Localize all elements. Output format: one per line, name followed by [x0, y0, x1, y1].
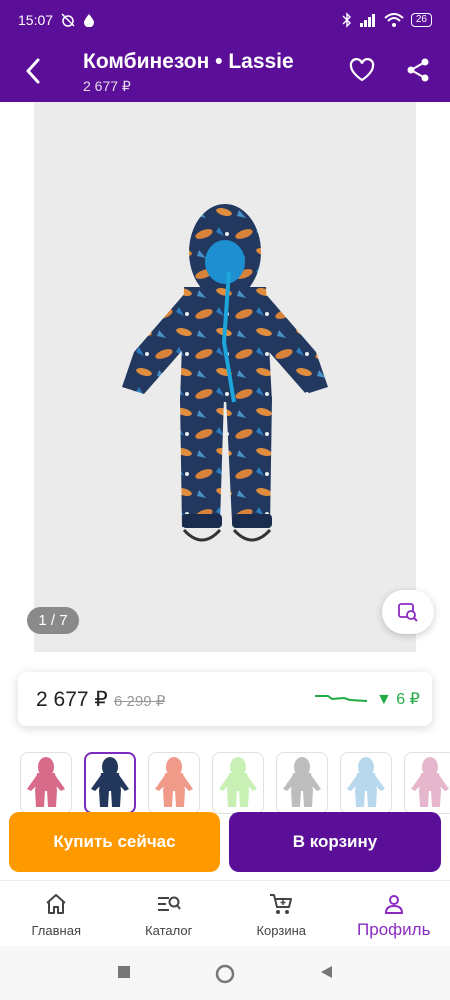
image-search-icon [398, 603, 418, 622]
favorite-button[interactable] [348, 56, 376, 84]
nav-item-catalog[interactable]: Каталог [113, 881, 226, 946]
product-title: Комбинезон • Lassie [83, 50, 294, 73]
share-button[interactable] [404, 56, 432, 84]
home-button[interactable] [215, 964, 235, 989]
status-bar: 15:07 26 [0, 0, 450, 40]
system-nav-bar [0, 946, 450, 1000]
status-time: 15:07 [18, 12, 54, 28]
nav-label-home: Главная [31, 923, 81, 938]
catalog-search-icon [156, 891, 182, 917]
old-price: 6 299 ₽ [114, 693, 166, 710]
thumbnail-image [283, 757, 321, 807]
thumbnail-image [27, 757, 65, 807]
gallery-thumbnail[interactable] [20, 752, 72, 814]
product-gallery[interactable] [34, 102, 416, 652]
square-icon [118, 966, 130, 978]
visual-search-button[interactable] [382, 590, 434, 634]
nav-item-profile[interactable]: Профиль [338, 881, 450, 946]
back-button[interactable] [20, 56, 46, 86]
current-price: 2 677 ₽ [36, 688, 108, 711]
recents-button[interactable] [116, 964, 132, 985]
app-bar: Комбинезон • Lassie 2 677 ₽ [0, 40, 450, 102]
signal-icon [359, 13, 377, 27]
drop-icon [83, 13, 95, 27]
share-icon [407, 58, 429, 82]
gallery-thumbnail[interactable] [148, 752, 200, 814]
gallery-thumbnail[interactable] [84, 752, 136, 814]
nav-label-cart: Корзина [256, 923, 307, 938]
thumbnail-strip[interactable] [0, 752, 450, 814]
gallery-thumbnail[interactable] [212, 752, 264, 814]
thumbnail-image [347, 757, 385, 807]
product-image[interactable] [34, 102, 416, 652]
circle-icon [215, 964, 235, 984]
home-icon [44, 891, 68, 917]
price-trend-icon [315, 695, 368, 702]
gallery-thumbnail[interactable] [404, 752, 450, 814]
back-nav-button[interactable] [318, 964, 334, 985]
bottom-nav: Главная Каталог Корзина Профиль [0, 880, 450, 946]
thumbnail-image [219, 757, 257, 807]
gallery-thumbnail[interactable] [276, 752, 328, 814]
header-price: 2 677 ₽ [83, 78, 131, 94]
buy-now-button[interactable]: Купить сейчас [9, 812, 220, 872]
thumbnail-image [155, 757, 193, 807]
cart-icon [268, 891, 294, 917]
image-counter: 1 / 7 [27, 607, 79, 634]
nav-item-home[interactable]: Главная [0, 881, 113, 946]
profile-icon [383, 891, 405, 917]
back-arrow-icon [26, 58, 40, 84]
thumbnail-image [411, 757, 449, 807]
nav-label-profile: Профиль [357, 920, 431, 939]
gallery-thumbnail[interactable] [340, 752, 392, 814]
price-drop: ▼ 6 ₽ [376, 691, 420, 708]
heart-icon [349, 58, 375, 82]
battery-indicator: 26 [410, 13, 432, 27]
price-card[interactable]: 2 677 ₽ 6 299 ₽ ▼ 6 ₽ [18, 672, 432, 726]
thumbnail-image [91, 757, 129, 807]
alarm-off-icon [60, 12, 76, 28]
triangle-back-icon [321, 966, 332, 978]
nav-label-catalog: Каталог [145, 923, 193, 938]
add-to-cart-button[interactable]: В корзину [229, 812, 441, 872]
wifi-icon [384, 13, 404, 27]
bluetooth-icon [342, 12, 352, 28]
nav-item-cart[interactable]: Корзина [225, 881, 338, 946]
